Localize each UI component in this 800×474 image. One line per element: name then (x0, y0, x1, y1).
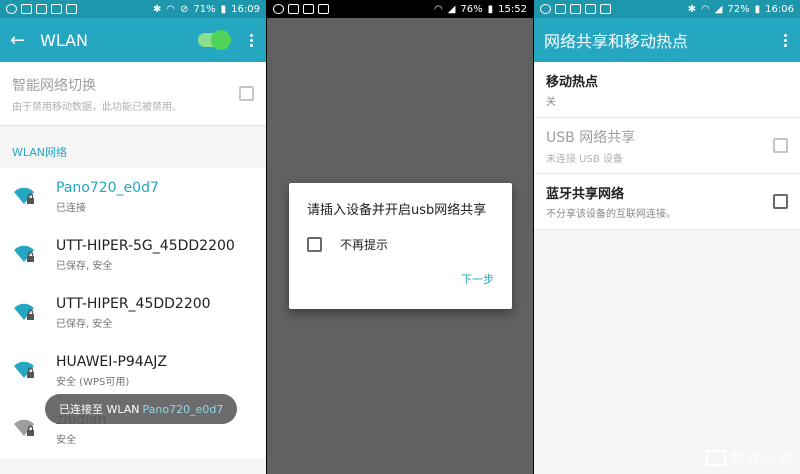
wifi-name: UTT-HIPER_45DD2200 (56, 296, 211, 312)
clock: 15:52 (498, 3, 527, 15)
battery-level: 76% (460, 3, 483, 15)
back-arrow-icon[interactable]: ← (10, 30, 40, 51)
battery-level: 72% (727, 3, 750, 15)
wifi-lock-icon (12, 418, 42, 440)
wifi-network-item[interactable]: UTT-HIPER-5G_45DD2200 已保存, 安全 (0, 226, 266, 284)
wifi-status-icon: ◠ (433, 3, 443, 15)
smart-switch-title: 智能网络切换 (12, 77, 96, 94)
battery-icon: ▮ (487, 3, 494, 15)
item-title: USB 网络共享 (546, 129, 636, 146)
toast-ssid: Pano720_e0d7 (142, 402, 224, 416)
wifi-status: 安全 (56, 435, 76, 446)
wifi-status-icon: ◠ (700, 3, 710, 15)
wlan-toggle[interactable] (198, 30, 231, 50)
toast-text: 已连接至 WLAN (59, 403, 140, 416)
status-bar: ✱ ◠ ◢ 72% ▮ 16:06 (534, 0, 800, 18)
item-sub: 关 (546, 97, 556, 108)
item-title: 蓝牙共享网络 (546, 187, 625, 202)
wifi-lock-icon (12, 302, 42, 324)
bluetooth-icon: ✱ (687, 3, 696, 15)
wifi-name: UTT-HIPER-5G_45DD2200 (56, 238, 235, 254)
usb-tether-dialog-screen: ◠ ◢ 76% ▮ 15:52 请插入设备并开启usb网络共享 不再提示 下一步 (267, 0, 533, 474)
image-icon (585, 4, 596, 14)
tethering-screen: ✱ ◠ ◢ 72% ▮ 16:06 网络共享和移动热点 移动热点 关 USB 网… (534, 0, 800, 474)
chat-icon (6, 4, 17, 14)
message-icon (21, 4, 32, 14)
app-icon (66, 4, 77, 14)
usb-tethering-checkbox[interactable] (773, 138, 788, 153)
clock: 16:06 (765, 3, 794, 15)
mobile-hotspot-item[interactable]: 移动热点 关 (534, 62, 800, 118)
smart-network-switch-row[interactable]: 智能网络切换 由于禁用移动数据，此功能已被禁用。 (0, 62, 266, 126)
message-icon (288, 4, 299, 14)
star-icon (36, 4, 47, 14)
status-bar: ✱ ◠ ⊘ 71% ▮ 16:09 (0, 0, 266, 18)
smart-switch-desc: 由于禁用移动数据，此功能已被禁用。 (12, 101, 182, 113)
chat-icon (540, 4, 551, 14)
image-icon (51, 4, 62, 14)
wifi-lock-icon (12, 244, 42, 266)
battery-level: 71% (193, 3, 216, 15)
dont-show-again-row[interactable]: 不再提示 (307, 236, 494, 253)
wifi-network-item[interactable]: Pano720_e0d7 已连接 (0, 168, 266, 226)
smart-switch-checkbox[interactable] (239, 86, 254, 101)
watermark-text: 新浪众测 (730, 451, 794, 467)
app-bar: ← WLAN (0, 18, 266, 62)
wifi-status: 安全 (WPS可用) (56, 377, 130, 388)
wifi-status: 已保存, 安全 (56, 261, 113, 272)
wifi-lock-icon (12, 186, 42, 208)
item-sub: 未连接 USB 设备 (546, 153, 623, 165)
clock: 16:09 (231, 3, 260, 15)
app-icon (318, 4, 329, 14)
more-options-icon[interactable] (780, 33, 790, 47)
page-title: WLAN (40, 30, 89, 50)
wifi-name: HUAWEI-P94AJZ (56, 354, 168, 370)
battery-icon: ▮ (754, 3, 761, 15)
wifi-network-item[interactable]: UTT-HIPER_45DD2200 已保存, 安全 (0, 284, 266, 342)
wifi-status: 已连接 (56, 203, 86, 214)
image-icon (303, 4, 314, 14)
more-options-icon[interactable] (246, 33, 256, 47)
signal-icon: ◢ (714, 3, 723, 15)
settings-list: 移动热点 关 USB 网络共享 未连接 USB 设备 蓝牙共享网络 不分享该设备… (534, 62, 800, 230)
dont-show-again-label: 不再提示 (340, 238, 389, 252)
bluetooth-tethering-checkbox[interactable] (773, 194, 788, 209)
bluetooth-icon: ✱ (152, 3, 162, 15)
connected-toast: 已连接至 WLAN Pano720_e0d7 (45, 394, 238, 424)
dont-show-again-checkbox[interactable] (307, 237, 322, 252)
battery-icon: ▮ (220, 3, 227, 15)
bluetooth-tethering-item[interactable]: 蓝牙共享网络 不分享该设备的互联网连接。 (534, 174, 800, 230)
wifi-status-icon: ◠ (166, 3, 176, 15)
star-icon (570, 4, 581, 14)
usb-tethering-item[interactable]: USB 网络共享 未连接 USB 设备 (534, 118, 800, 174)
app-bar: 网络共享和移动热点 (534, 18, 800, 62)
no-data-icon: ⊘ (180, 3, 189, 15)
usb-tether-dialog: 请插入设备并开启usb网络共享 不再提示 下一步 (289, 183, 512, 309)
signal-icon: ◢ (447, 3, 456, 15)
wlan-screen: ✱ ◠ ⊘ 71% ▮ 16:09 ← WLAN 智能网络切换 由于禁用移动数据… (0, 0, 266, 474)
dialog-title: 请插入设备并开启usb网络共享 (307, 203, 487, 218)
page-title: 网络共享和移动热点 (544, 32, 689, 51)
message-icon (555, 4, 566, 14)
chat-icon (273, 4, 284, 14)
wifi-status: 已保存, 安全 (56, 319, 113, 330)
watermark-logo-icon (706, 450, 726, 466)
wifi-lock-icon (12, 360, 42, 382)
watermark: 新浪众测 (706, 448, 794, 468)
section-header: WLAN网络 (0, 126, 266, 168)
item-sub: 不分享该设备的互联网连接。 (546, 209, 676, 220)
next-button[interactable]: 下一步 (461, 271, 494, 287)
status-bar: ◠ ◢ 76% ▮ 15:52 (267, 0, 533, 18)
wifi-name: Pano720_e0d7 (56, 180, 159, 196)
item-title: 移动热点 (546, 75, 599, 90)
app-icon (600, 4, 611, 14)
wifi-network-item[interactable]: HUAWEI-P94AJZ 安全 (WPS可用) (0, 342, 266, 400)
